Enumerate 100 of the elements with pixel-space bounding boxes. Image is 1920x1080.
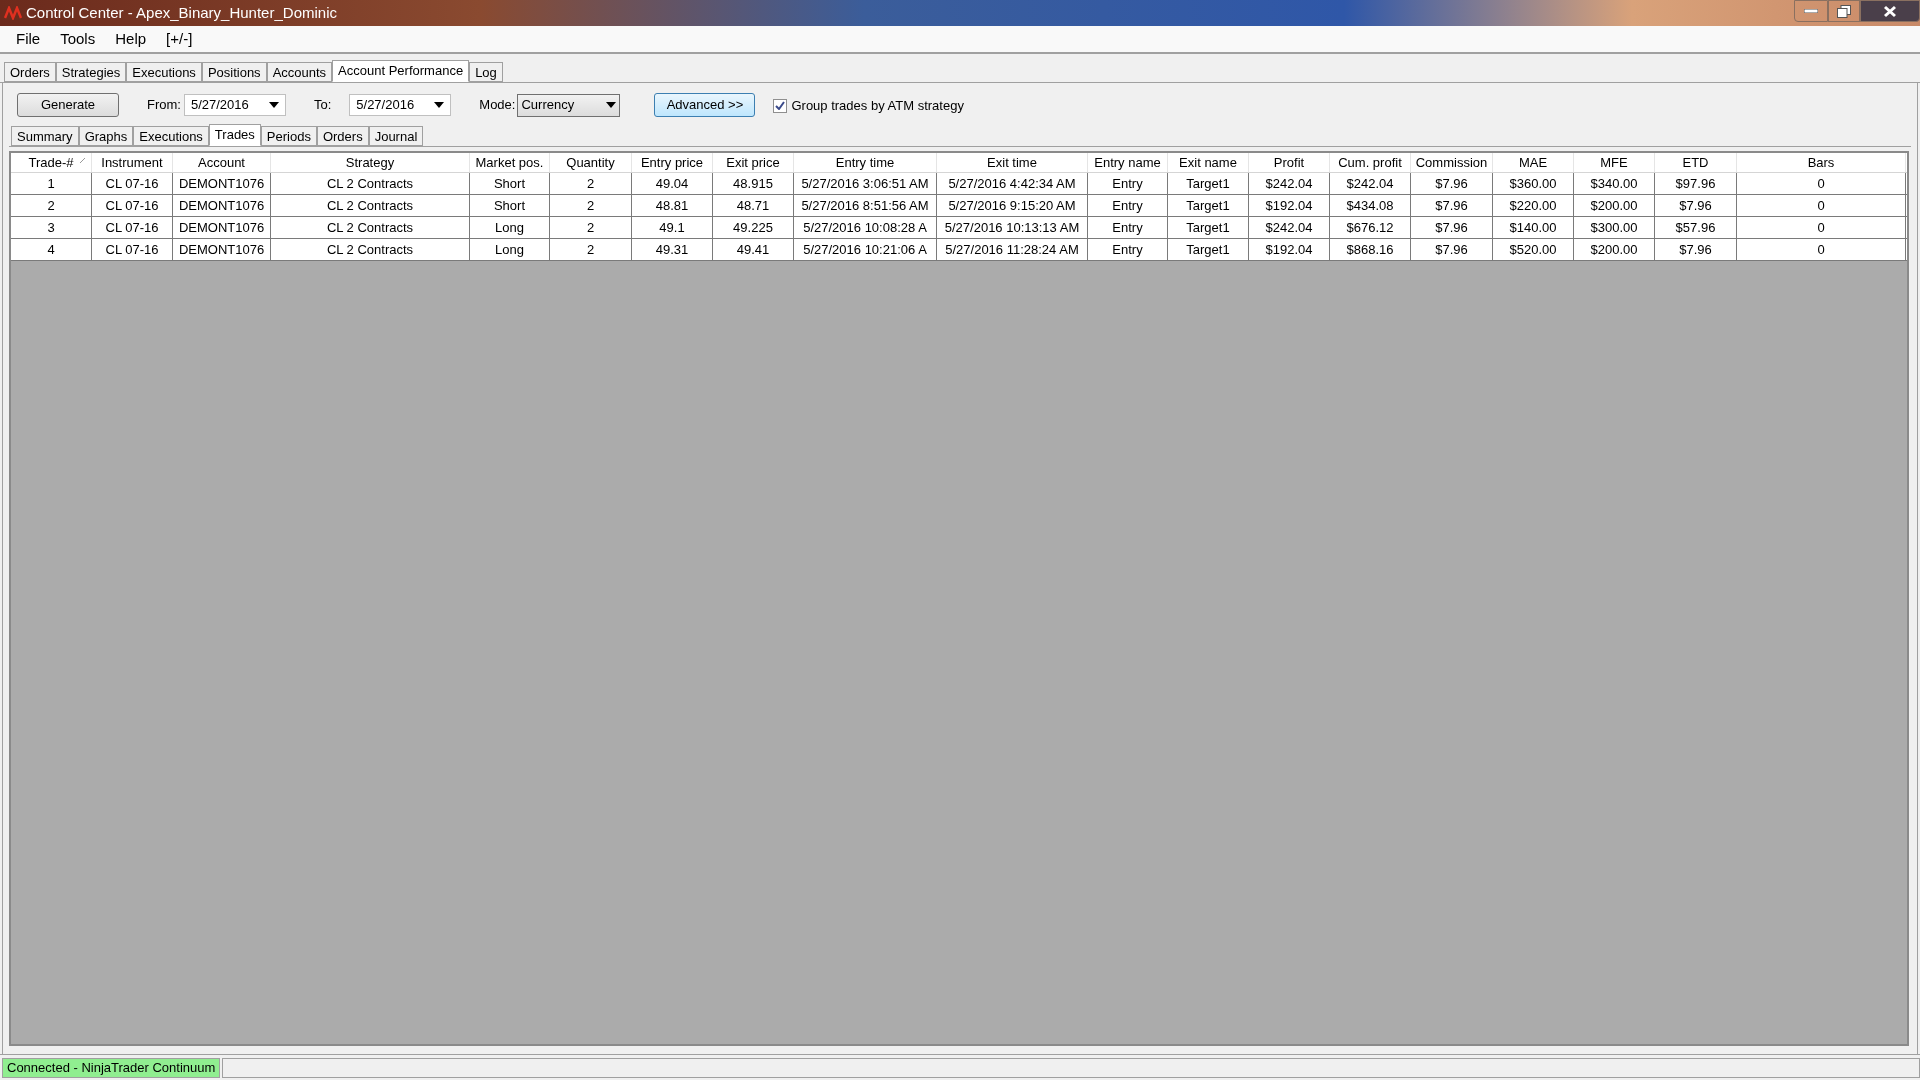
table-cell: DEMONT1076 [173, 173, 271, 194]
column-header[interactable]: MAE [1493, 153, 1574, 172]
tab[interactable]: Orders [316, 126, 369, 146]
column-header[interactable]: Trade-# [11, 153, 92, 172]
column-header[interactable]: Exit time [937, 153, 1088, 172]
tab[interactable]: Accounts [266, 62, 333, 82]
table-cell: Entry [1088, 173, 1168, 194]
column-header[interactable]: MFE [1574, 153, 1655, 172]
table-cell: 49.1 [632, 217, 713, 238]
table-cell: $200.00 [1574, 195, 1655, 216]
menu-item[interactable]: Tools [50, 27, 106, 51]
to-date-picker[interactable]: 5/27/2016 [349, 94, 452, 116]
column-header[interactable]: Account [173, 153, 271, 172]
table-cell: $7.96 [1411, 195, 1493, 216]
column-header[interactable]: Exit price [713, 153, 794, 172]
tab[interactable]: Trades [208, 124, 261, 146]
table-cell: $242.04 [1330, 173, 1411, 194]
column-header[interactable]: Exit name [1168, 153, 1249, 172]
table-cell: 2 [550, 217, 632, 238]
table-cell: $7.96 [1411, 173, 1493, 194]
table-cell: CL 07-16 [92, 239, 173, 260]
menu-item[interactable]: [+/-] [156, 27, 203, 51]
table-cell: $97.96 [1655, 173, 1737, 194]
table-cell: 0 [1737, 195, 1906, 216]
table-cell: CL 07-16 [92, 173, 173, 194]
dropdown-caret-icon [434, 102, 445, 108]
connection-status: Connected - NinjaTrader Continuum [2, 1057, 221, 1078]
column-header[interactable]: Entry price [632, 153, 713, 172]
table-cell: $200.00 [1574, 239, 1655, 260]
table-cell: CL 07-16 [92, 217, 173, 238]
close-button[interactable] [1860, 0, 1920, 22]
table-cell: Target1 [1168, 173, 1249, 194]
checkbox[interactable] [773, 98, 788, 113]
checkmark-icon [775, 101, 786, 111]
table-cell: Short [470, 195, 550, 216]
table-cell: 2 [550, 239, 632, 260]
column-header[interactable]: Quantity [550, 153, 632, 172]
table-cell: $868.16 [1330, 239, 1411, 260]
table-cell: 48.81 [632, 195, 713, 216]
table-cell: $360.00 [1493, 173, 1574, 194]
table-cell: $7.96 [1655, 195, 1737, 216]
table-cell: 48.915 [713, 173, 794, 194]
maximize-button[interactable] [1828, 0, 1860, 22]
table-cell: CL 2 Contracts [271, 217, 470, 238]
column-header[interactable]: Profit [1249, 153, 1330, 172]
column-header[interactable]: Bars [1737, 153, 1906, 172]
table-cell: Target1 [1168, 239, 1249, 260]
table-cell: 5/27/2016 8:51:56 AM [794, 195, 937, 216]
column-header[interactable]: Entry time [794, 153, 937, 172]
minimize-button[interactable] [1794, 0, 1828, 22]
app-logo-icon [4, 6, 22, 20]
table-cell: $242.04 [1249, 217, 1330, 238]
menu-item[interactable]: Help [105, 27, 157, 51]
table-cell: 2 [11, 195, 92, 216]
menu-item[interactable]: File [6, 27, 51, 51]
tab[interactable]: Journal [368, 126, 424, 146]
table-cell: Short [470, 173, 550, 194]
column-header[interactable]: Entry name [1088, 153, 1168, 172]
table-cell: CL 2 Contracts [271, 195, 470, 216]
table-cell: DEMONT1076 [173, 195, 271, 216]
advanced-button[interactable]: Advanced >> [654, 93, 756, 117]
table-cell: 48.71 [713, 195, 794, 216]
table-cell: $7.96 [1411, 217, 1493, 238]
tab[interactable]: Executions [133, 126, 209, 146]
tab[interactable]: Positions [201, 62, 267, 82]
table-cell: 49.225 [713, 217, 794, 238]
generate-button[interactable]: Generate [17, 93, 119, 117]
table-cell: 5/27/2016 11:28:24 AM [937, 239, 1088, 260]
column-header[interactable]: ETD [1655, 153, 1737, 172]
table-cell: $192.04 [1249, 195, 1330, 216]
from-date-picker[interactable]: 5/27/2016 [183, 94, 286, 116]
tab[interactable]: Orders [4, 62, 56, 82]
column-header[interactable]: Strategy [271, 153, 470, 172]
tab[interactable]: Executions [126, 62, 202, 82]
table-cell: CL 2 Contracts [271, 173, 470, 194]
tab[interactable]: Periods [260, 126, 317, 146]
restore-icon [1837, 4, 1851, 18]
table-cell: 5/27/2016 10:21:06 A [794, 239, 937, 260]
column-header[interactable]: Instrument [92, 153, 173, 172]
tab[interactable]: Account Performance [332, 60, 470, 82]
table-cell: $340.00 [1574, 173, 1655, 194]
mode-select[interactable]: Currency [517, 93, 621, 117]
table-cell: 5/27/2016 10:08:28 A [794, 217, 937, 238]
table-cell: 5/27/2016 10:13:13 AM [937, 217, 1088, 238]
table-cell: Entry [1088, 239, 1168, 260]
table-cell: $220.00 [1493, 195, 1574, 216]
table-cell: $242.04 [1249, 173, 1330, 194]
table-cell: $192.04 [1249, 239, 1330, 260]
column-header[interactable]: Market pos. [470, 153, 550, 172]
tab[interactable]: Graphs [78, 126, 134, 146]
column-header[interactable]: Cum. profit [1330, 153, 1411, 172]
tab[interactable]: Strategies [55, 62, 127, 82]
table-cell: $7.96 [1411, 239, 1493, 260]
table-cell: 2 [550, 173, 632, 194]
column-header[interactable]: Commission [1411, 153, 1493, 172]
tab[interactable]: Log [469, 62, 503, 82]
table-cell: 5/27/2016 3:06:51 AM [794, 173, 937, 194]
table-cell: Long [470, 239, 550, 260]
tab[interactable]: Summary [11, 126, 79, 146]
table-cell: CL 2 Contracts [271, 239, 470, 260]
